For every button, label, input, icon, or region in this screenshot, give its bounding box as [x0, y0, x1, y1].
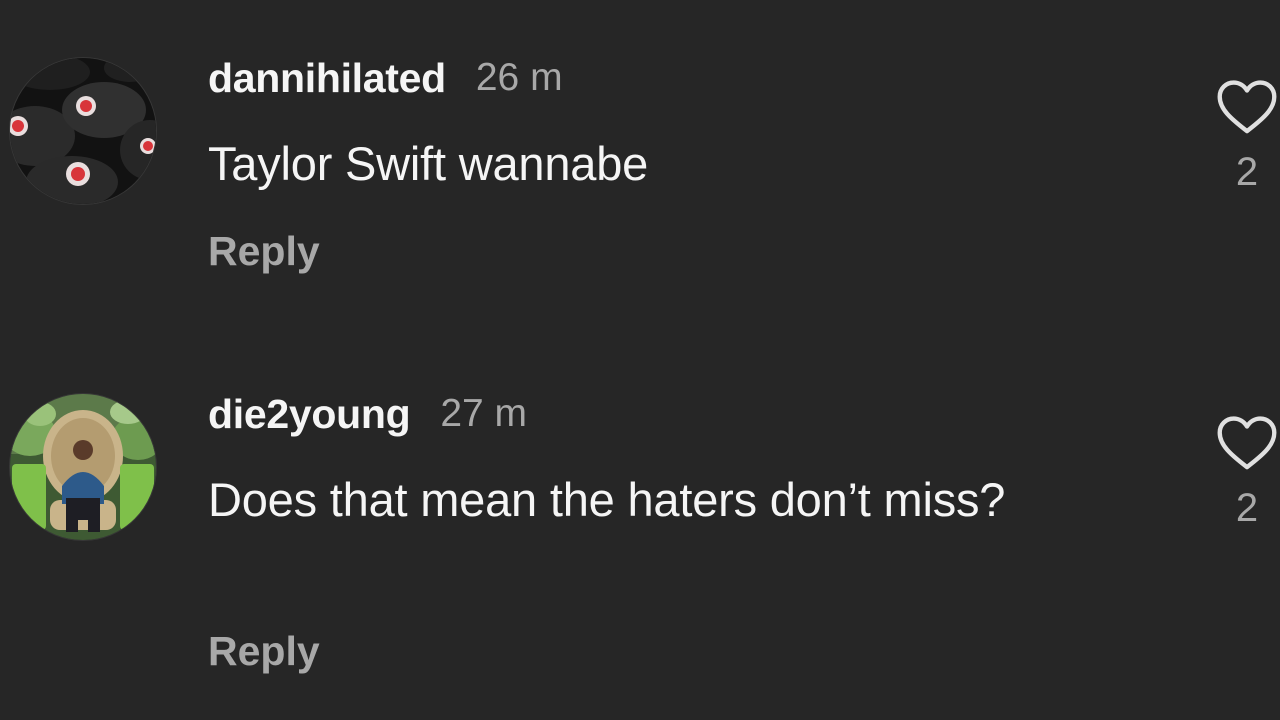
- reply-button[interactable]: Reply: [208, 228, 320, 275]
- comment-text: Does that mean the haters don’t miss?: [208, 473, 1006, 526]
- avatar[interactable]: [10, 394, 156, 540]
- like-column: 2: [1212, 76, 1280, 195]
- timestamp: 26 m: [475, 56, 563, 99]
- comment-text: Taylor Swift wannabe: [208, 137, 649, 190]
- timestamp: 27 m: [440, 392, 528, 435]
- comment-item: dannihilated 26 m Taylor Swift wannabe R…: [0, 52, 1280, 312]
- reply-button[interactable]: Reply: [208, 628, 320, 675]
- like-count: 2: [1235, 486, 1259, 530]
- comments-screen: dannihilated 26 m Taylor Swift wannabe R…: [0, 0, 1280, 720]
- comment-item: die2young 27 m Does that mean the haters…: [0, 388, 1280, 698]
- comment-header: dannihilated 26 m: [208, 52, 563, 104]
- heart-outline-icon[interactable]: [1214, 76, 1280, 136]
- heart-outline-icon[interactable]: [1214, 412, 1280, 472]
- username[interactable]: dannihilated: [208, 55, 446, 102]
- like-column: 2: [1212, 412, 1280, 531]
- avatar[interactable]: [10, 58, 156, 204]
- comment-header: die2young 27 m: [208, 388, 527, 440]
- man-in-wicker-chair-avatar-icon: [10, 394, 156, 540]
- like-count: 2: [1235, 150, 1259, 194]
- dark-plates-avatar-icon: [10, 58, 156, 204]
- username[interactable]: die2young: [208, 391, 411, 438]
